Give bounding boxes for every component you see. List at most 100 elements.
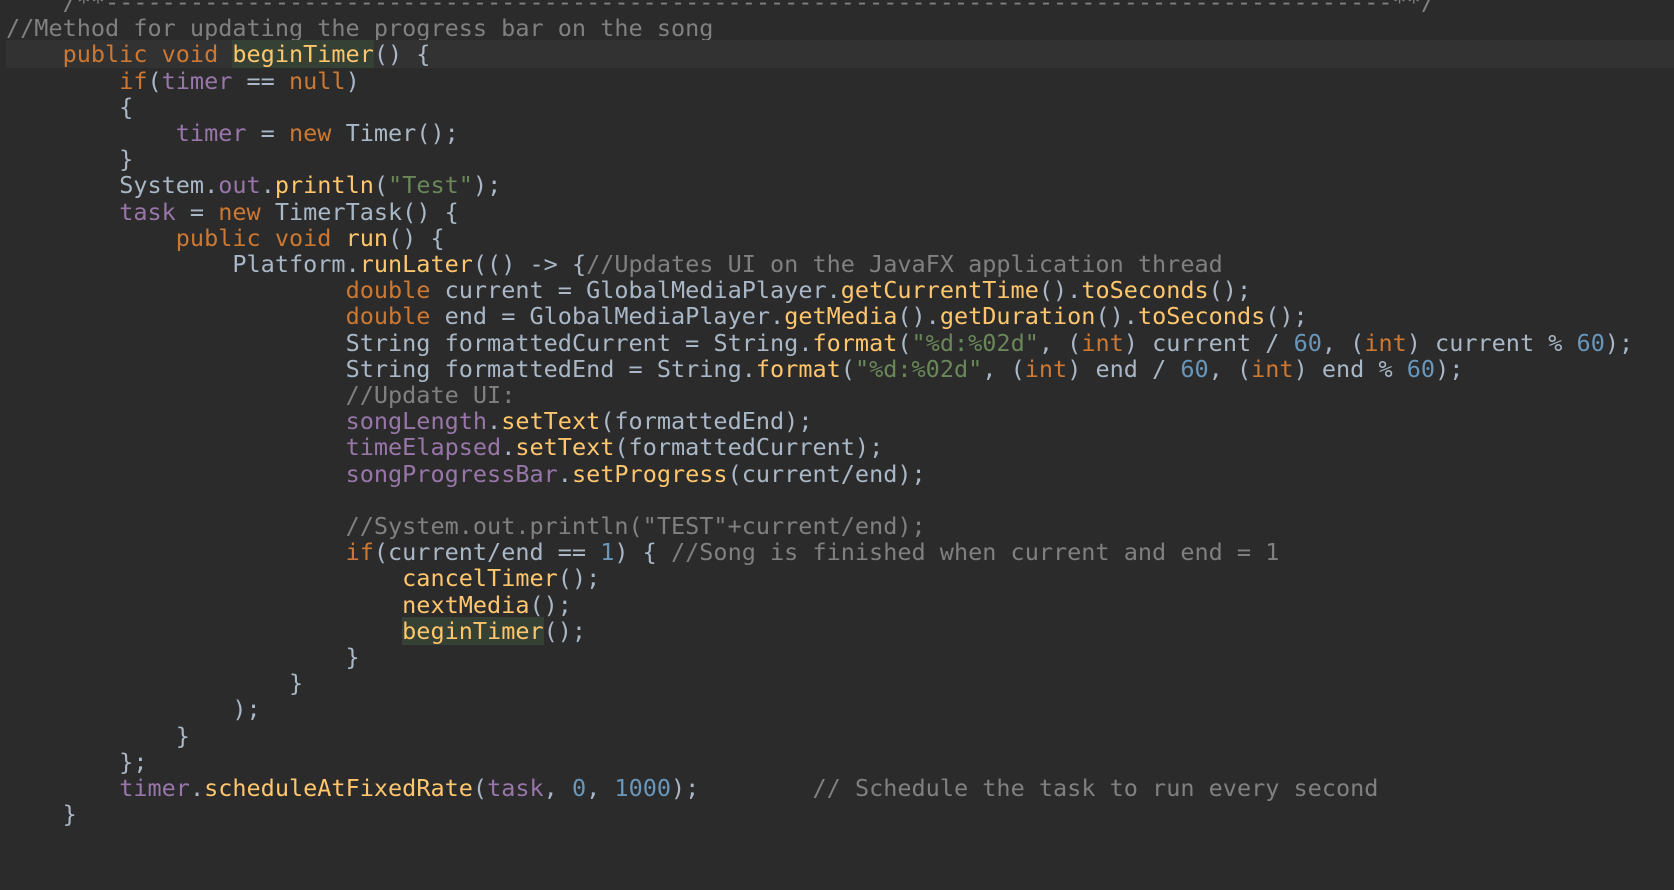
code-token: new [218,197,275,226]
code-token: . [260,171,275,200]
code-token: getDuration [939,302,1096,331]
code-token: getCurrentTime [840,276,1039,305]
code-token: Platform [232,250,346,278]
code-token: (). [1038,276,1082,305]
code-line[interactable]: } [6,643,360,671]
code-line[interactable]: Platform.runLater(() -> {//Updates UI on… [6,250,1223,278]
code-token: songLength [345,407,488,436]
code-line[interactable]: if(timer == null) [6,67,360,95]
code-token: }; [6,747,148,776]
code-line[interactable]: } [6,722,190,750]
code-token: . [501,433,516,462]
code-token: (current/end); [727,459,926,488]
code-token: task [487,774,544,802]
code-line[interactable]: String formattedEnd = String.format("%d:… [6,354,1464,383]
code-token: task [119,197,176,226]
code-line[interactable]: String formattedCurrent = String.format(… [6,328,1634,357]
code-token: String [656,354,742,383]
code-line[interactable]: double current = GlobalMediaPlayer.getCu… [6,276,1252,305]
code-line[interactable]: beginTimer(); [6,616,586,645]
code-line[interactable]: }; [6,748,147,776]
code-token: ) current % [1406,328,1577,357]
code-token: String [345,328,445,357]
code-token: } [6,800,77,829]
code-token: int [1081,328,1124,357]
code-line[interactable]: ); [6,695,261,724]
code-token: if [345,538,374,567]
code-token: (). [1095,302,1138,331]
code-token: String [713,328,799,357]
code-line[interactable]: timeElapsed.setText(formattedCurrent); [6,433,884,462]
code-token: ); [1604,328,1634,357]
code-token: double [345,276,445,305]
code-line[interactable]: songProgressBar.setProgress(current/end)… [6,460,926,488]
code-line[interactable]: } [6,145,133,173]
code-token: ); [472,171,502,200]
code-token: //System.out.println("TEST"+current/end)… [345,512,926,540]
code-token: 60 [1293,328,1322,357]
code-token: //Updates UI on the JavaFX application t… [586,250,1223,278]
code-token: . [557,459,572,488]
code-token: format [812,328,898,357]
code-token: ( [840,354,855,383]
code-token: 0 [571,774,587,802]
code-token: , ( [1038,328,1082,357]
code-line[interactable]: public void run() { [6,224,445,252]
code-line[interactable]: if(current/end == 1) { //Song is finishe… [6,538,1280,567]
code-line[interactable]: double end = GlobalMediaPlayer.getMedia(… [6,302,1308,330]
code-token: { [6,92,134,121]
code-token: out [218,171,261,200]
code-token: setText [515,433,615,462]
code-token: (current/end == [373,538,601,567]
code-token: ); [6,695,261,724]
code-token: . [741,354,756,383]
code-token: getMedia [784,302,898,331]
code-token: ) { [614,538,671,567]
code-line[interactable]: cancelTimer(); [6,564,600,592]
code-token: public void [175,223,346,252]
code-token: , ( [1321,328,1365,357]
code-token: timer [175,119,247,147]
code-token: . [204,171,219,200]
code-token: int [1251,354,1294,383]
code-line[interactable]: } [6,800,77,828]
code-line[interactable]: timer = new Timer(); [6,119,459,147]
code-token: end = [444,302,530,331]
code-token: 1000 [614,774,672,802]
code-token: . [770,302,785,331]
code-token: , ( [982,354,1025,383]
code-line[interactable]: } [6,669,303,697]
code-token: , [543,774,572,802]
code-token: Timer [345,119,417,147]
code-token: "%d:%02d" [911,328,1039,357]
code-line[interactable]: System.out.println("Test"); [6,171,501,199]
code-editor[interactable]: /**-------------------------------------… [0,0,1674,890]
code-token: //Update UI: [345,381,516,409]
code-line[interactable]: songLength.setText(formattedEnd); [6,407,813,436]
code-token: } [6,669,304,698]
code-line[interactable]: //Update UI: [6,381,516,409]
code-token: 60 [1576,328,1605,357]
code-token: toSeconds [1137,302,1266,331]
code-token: timer [161,66,233,95]
code-token: . [189,774,205,802]
code-token: () { [388,223,445,252]
code-line[interactable]: timer.scheduleAtFixedRate(task, 0, 1000)… [6,774,1378,802]
code-token: (); [416,119,459,147]
code-line[interactable]: { [6,93,133,121]
code-token: ) [345,66,360,95]
code-line[interactable]: nextMedia(); [6,591,572,619]
code-line[interactable]: task = new TimerTask() { [6,198,459,226]
code-token: nextMedia [402,590,530,619]
code-line[interactable]: //Method for updating the progress bar o… [6,14,713,42]
code-line[interactable]: public void beginTimer() { [6,40,1674,69]
code-line[interactable]: //System.out.println("TEST"+current/end)… [6,512,926,540]
